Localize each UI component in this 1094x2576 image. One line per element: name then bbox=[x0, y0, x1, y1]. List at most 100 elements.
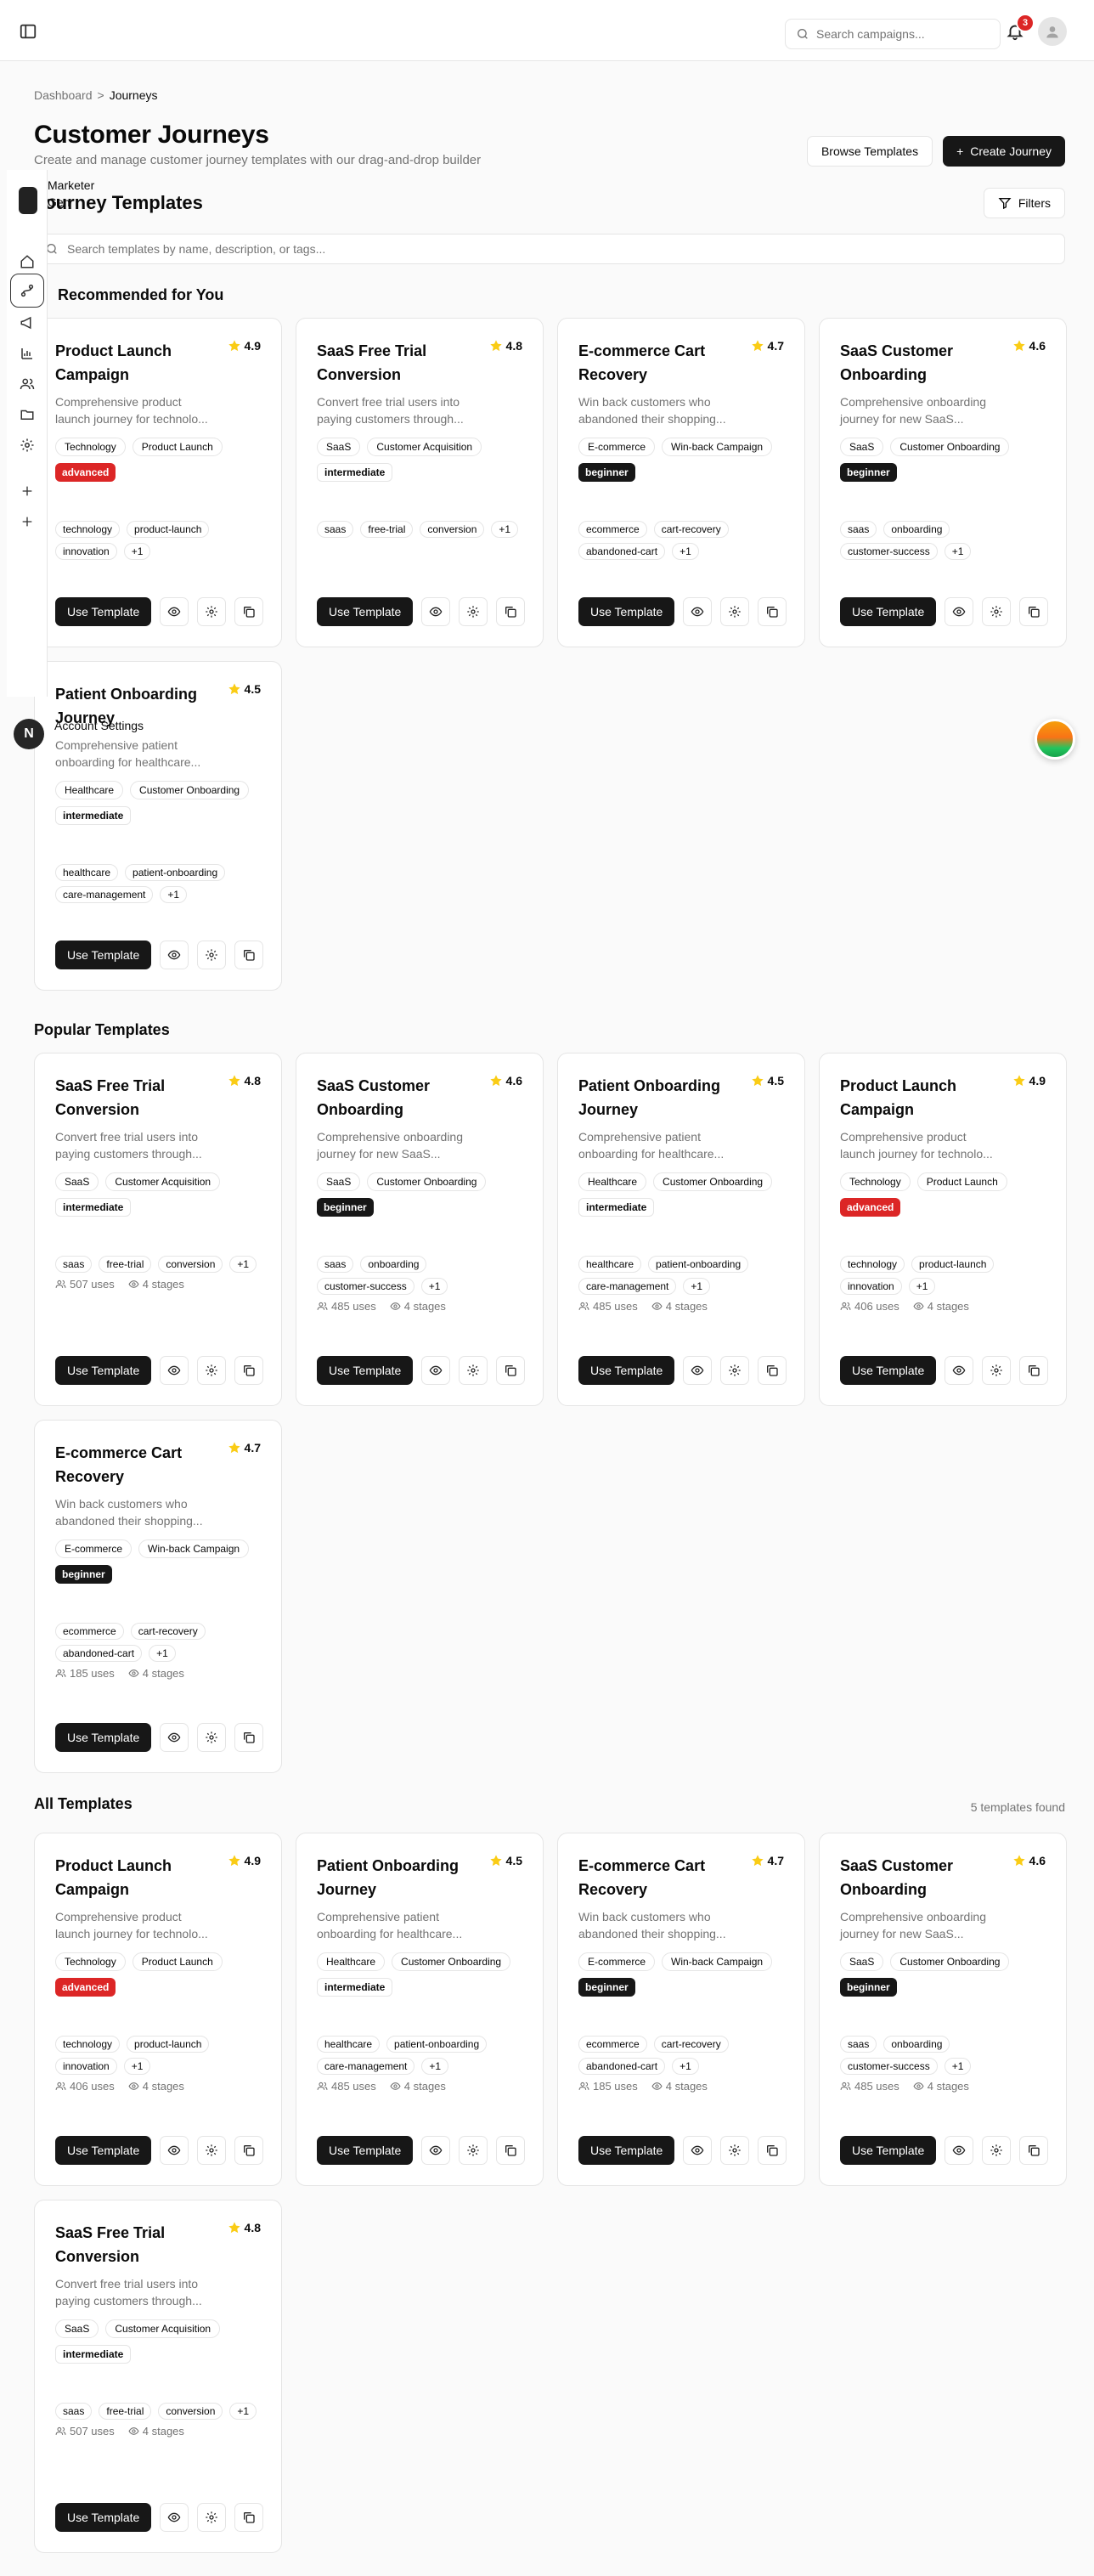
preview-button[interactable] bbox=[421, 597, 451, 626]
rating-value: 4.9 bbox=[1029, 1074, 1046, 1087]
settings-button[interactable] bbox=[197, 2503, 227, 2532]
use-template-button[interactable]: Use Template bbox=[840, 597, 937, 626]
preview-button[interactable] bbox=[160, 2503, 189, 2532]
settings-button[interactable] bbox=[197, 2136, 227, 2165]
settings-button[interactable] bbox=[982, 597, 1012, 626]
duplicate-button[interactable] bbox=[234, 1356, 264, 1385]
eye-icon bbox=[691, 605, 704, 619]
duplicate-button[interactable] bbox=[758, 2136, 787, 2165]
template-card[interactable]: SaaS Customer Onboarding 4.6 Comprehensi… bbox=[296, 1053, 544, 1406]
tag-chip: cart-recovery bbox=[130, 1623, 206, 1640]
account-settings-label[interactable]: Account Settings bbox=[54, 719, 144, 732]
template-card[interactable]: Patient Onboarding Journey 4.5 Comprehen… bbox=[34, 661, 282, 991]
settings-button[interactable] bbox=[197, 941, 227, 969]
preview-button[interactable] bbox=[160, 597, 189, 626]
use-template-button[interactable]: Use Template bbox=[55, 941, 152, 969]
preview-button[interactable] bbox=[160, 1723, 189, 1752]
use-template-button[interactable]: Use Template bbox=[840, 1356, 937, 1385]
sidebar-toggle-icon[interactable] bbox=[19, 22, 37, 41]
duplicate-button[interactable] bbox=[234, 1723, 264, 1752]
user-avatar[interactable] bbox=[1038, 17, 1067, 46]
filters-button[interactable]: Filters bbox=[983, 188, 1065, 218]
duplicate-button[interactable] bbox=[234, 597, 264, 626]
use-template-button[interactable]: Use Template bbox=[317, 1356, 414, 1385]
use-template-button[interactable]: Use Template bbox=[578, 1356, 675, 1385]
duplicate-button[interactable] bbox=[496, 597, 526, 626]
duplicate-button[interactable] bbox=[758, 597, 787, 626]
analytics-icon[interactable] bbox=[17, 343, 37, 364]
template-card[interactable]: E-commerce Cart Recovery 4.7 Win back cu… bbox=[557, 318, 805, 647]
template-card[interactable]: Product Launch Campaign 4.9 Comprehensiv… bbox=[34, 1833, 282, 2186]
use-template-button[interactable]: Use Template bbox=[317, 597, 414, 626]
rating-value: 4.7 bbox=[244, 1441, 261, 1455]
use-template-button[interactable]: Use Template bbox=[55, 597, 152, 626]
duplicate-button[interactable] bbox=[1019, 1356, 1049, 1385]
settings-button[interactable] bbox=[720, 597, 750, 626]
use-template-button[interactable]: Use Template bbox=[55, 1723, 152, 1752]
preview-button[interactable] bbox=[945, 597, 974, 626]
template-card[interactable]: E-commerce Cart Recovery 4.7 Win back cu… bbox=[34, 1420, 282, 1773]
settings-button[interactable] bbox=[720, 1356, 750, 1385]
settings-icon[interactable] bbox=[17, 435, 37, 455]
template-card[interactable]: Patient Onboarding Journey 4.5 Comprehen… bbox=[557, 1053, 805, 1406]
campaign-search-input[interactable]: Search campaigns... bbox=[785, 19, 1001, 49]
use-template-button[interactable]: Use Template bbox=[55, 1356, 152, 1385]
template-card[interactable]: Product Launch Campaign 4.9 Comprehensiv… bbox=[34, 318, 282, 647]
breadcrumb-dashboard[interactable]: Dashboard bbox=[34, 88, 93, 102]
preview-button[interactable] bbox=[683, 2136, 713, 2165]
duplicate-button[interactable] bbox=[234, 941, 264, 969]
template-card[interactable]: SaaS Free Trial Conversion 4.8 Convert f… bbox=[296, 318, 544, 647]
preview-button[interactable] bbox=[683, 1356, 713, 1385]
duplicate-button[interactable] bbox=[1019, 597, 1049, 626]
settings-button[interactable] bbox=[197, 1723, 227, 1752]
create-journey-button[interactable]: + Create Journey bbox=[943, 136, 1065, 167]
template-card[interactable]: E-commerce Cart Recovery 4.7 Win back cu… bbox=[557, 1833, 805, 2186]
settings-button[interactable] bbox=[459, 2136, 488, 2165]
preview-button[interactable] bbox=[160, 941, 189, 969]
template-card[interactable]: SaaS Customer Onboarding 4.6 Comprehensi… bbox=[819, 318, 1067, 647]
settings-button[interactable] bbox=[197, 597, 227, 626]
template-card[interactable]: SaaS Free Trial Conversion 4.8 Convert f… bbox=[34, 2200, 282, 2553]
add-icon[interactable] bbox=[17, 511, 37, 532]
campaigns-icon[interactable] bbox=[17, 313, 37, 333]
template-card[interactable]: Patient Onboarding Journey 4.5 Comprehen… bbox=[296, 1833, 544, 2186]
preview-button[interactable] bbox=[683, 597, 713, 626]
template-card[interactable]: SaaS Free Trial Conversion 4.8 Convert f… bbox=[34, 1053, 282, 1406]
template-card[interactable]: SaaS Customer Onboarding 4.6 Comprehensi… bbox=[819, 1833, 1067, 2186]
add-icon[interactable] bbox=[17, 481, 37, 501]
preview-button[interactable] bbox=[945, 2136, 974, 2165]
use-template-button[interactable]: Use Template bbox=[317, 2136, 414, 2165]
template-card[interactable]: Product Launch Campaign 4.9 Comprehensiv… bbox=[819, 1053, 1067, 1406]
users-icon bbox=[55, 1279, 66, 1290]
duplicate-button[interactable] bbox=[496, 1356, 526, 1385]
settings-button[interactable] bbox=[197, 1356, 227, 1385]
preview-button[interactable] bbox=[160, 2136, 189, 2165]
duplicate-button[interactable] bbox=[758, 1356, 787, 1385]
duplicate-button[interactable] bbox=[234, 2136, 264, 2165]
use-template-button[interactable]: Use Template bbox=[578, 2136, 675, 2165]
account-avatar[interactable]: N bbox=[14, 719, 44, 749]
browse-templates-button[interactable]: Browse Templates bbox=[806, 136, 933, 167]
use-template-button[interactable]: Use Template bbox=[840, 2136, 937, 2165]
use-template-button[interactable]: Use Template bbox=[55, 2503, 152, 2532]
contacts-icon[interactable] bbox=[17, 374, 37, 394]
use-template-button[interactable]: Use Template bbox=[55, 2136, 152, 2165]
settings-button[interactable] bbox=[720, 2136, 750, 2165]
assistant-fab[interactable] bbox=[1035, 719, 1075, 760]
template-search-input[interactable]: Search templates by name, description, o… bbox=[34, 234, 1065, 264]
preview-button[interactable] bbox=[945, 1356, 974, 1385]
journeys-icon[interactable] bbox=[10, 274, 44, 308]
preview-button[interactable] bbox=[421, 2136, 451, 2165]
preview-button[interactable] bbox=[421, 1356, 451, 1385]
folder-icon[interactable] bbox=[17, 404, 37, 425]
preview-button[interactable] bbox=[160, 1356, 189, 1385]
use-template-button[interactable]: Use Template bbox=[578, 597, 675, 626]
home-icon[interactable] bbox=[17, 251, 37, 272]
settings-button[interactable] bbox=[459, 597, 488, 626]
duplicate-button[interactable] bbox=[1019, 2136, 1049, 2165]
duplicate-button[interactable] bbox=[234, 2503, 264, 2532]
settings-button[interactable] bbox=[459, 1356, 488, 1385]
duplicate-button[interactable] bbox=[496, 2136, 526, 2165]
settings-button[interactable] bbox=[982, 1356, 1012, 1385]
settings-button[interactable] bbox=[982, 2136, 1012, 2165]
